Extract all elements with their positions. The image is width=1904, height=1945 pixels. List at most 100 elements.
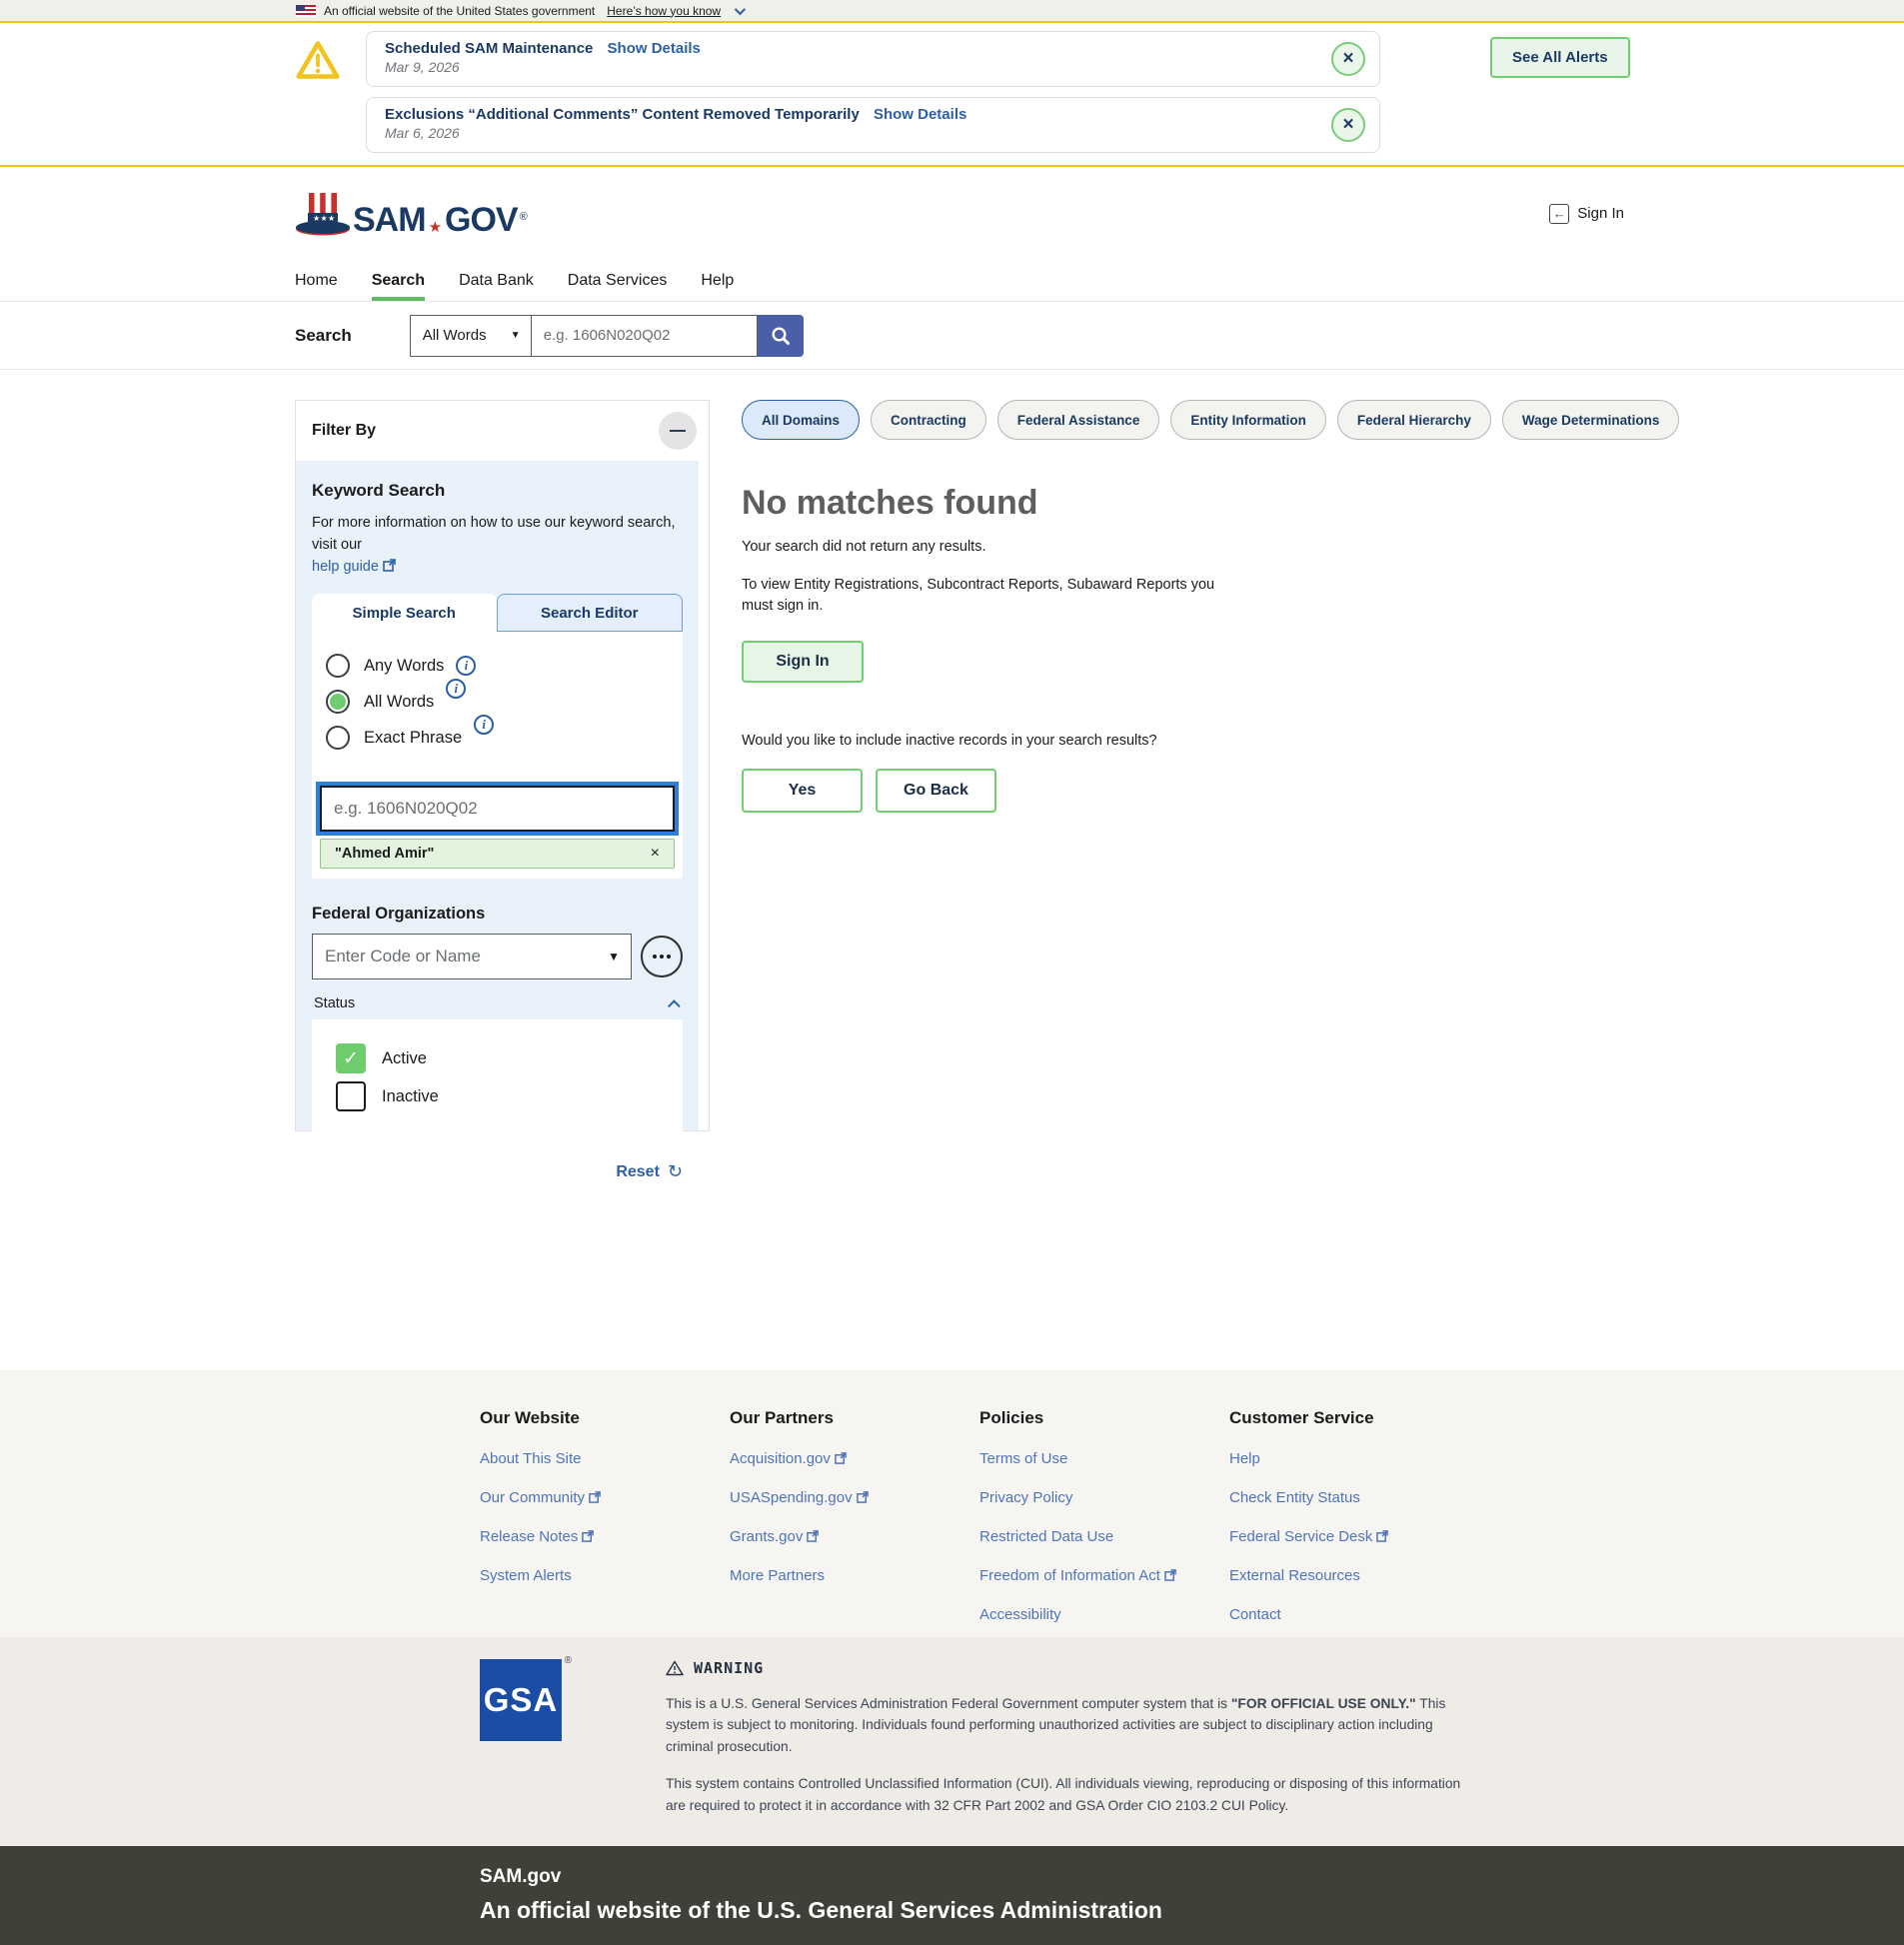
footer-link[interactable]: Freedom of Information Act <box>979 1567 1229 1584</box>
footer-link-label: Check Entity Status <box>1229 1489 1360 1506</box>
see-all-alerts-button[interactable]: See All Alerts <box>1490 37 1630 78</box>
keyword-info-text: For more information on how to use our k… <box>312 515 675 553</box>
nav-item-search[interactable]: Search <box>372 260 425 301</box>
federal-organizations-row: ▼ <box>312 934 683 979</box>
keyword-tabs: Simple Search Search Editor <box>312 594 683 632</box>
sam-gov-logo[interactable]: ★ ★ ★ SAM ★ GOV ® <box>295 191 528 237</box>
keyword-search-input[interactable] <box>320 786 675 832</box>
footer-link[interactable]: Check Entity Status <box>1229 1489 1479 1506</box>
footer-col-customer-service: Customer Service Help Check Entity Statu… <box>1229 1408 1479 1623</box>
footer-link[interactable]: Our Community <box>480 1489 730 1506</box>
footer-link[interactable]: Restricted Data Use <box>979 1528 1229 1545</box>
search-results: All Domains Contracting Federal Assistan… <box>742 400 1679 813</box>
nav-item-home[interactable]: Home <box>295 260 338 301</box>
footer-col-our-partners: Our Partners Acquisition.gov USASpending… <box>730 1408 979 1623</box>
footer-link-label: Grants.gov <box>730 1528 803 1545</box>
footer-link[interactable]: External Resources <box>1229 1567 1479 1584</box>
nav-item-data-bank[interactable]: Data Bank <box>459 260 534 301</box>
gsa-logo-wrap: GSA ® <box>480 1659 562 1816</box>
footer-col-policies: Policies Terms of Use Privacy Policy Res… <box>979 1408 1229 1623</box>
pill-entity-information[interactable]: Entity Information <box>1170 400 1326 440</box>
external-link-icon <box>807 1530 819 1542</box>
sign-in-link[interactable]: ← Sign In <box>1549 204 1624 224</box>
footer-link[interactable]: Grants.gov <box>730 1528 979 1545</box>
go-back-button[interactable]: Go Back <box>876 769 996 813</box>
footer-link[interactable]: Release Notes <box>480 1528 730 1545</box>
federal-organizations-input[interactable] <box>312 934 632 979</box>
active-checkbox[interactable]: ✓ <box>336 1043 366 1073</box>
check-icon: ✓ <box>343 1047 359 1070</box>
all-words-radio[interactable] <box>326 690 350 714</box>
reset-filters-button[interactable]: Reset ↻ <box>312 1161 683 1182</box>
close-icon[interactable]: × <box>1331 42 1365 76</box>
info-icon[interactable]: i <box>474 715 494 735</box>
warning-paragraph-1: This is a U.S. General Services Administ… <box>666 1693 1477 1757</box>
yes-button[interactable]: Yes <box>742 769 863 813</box>
status-section-header[interactable]: Status <box>314 995 681 1011</box>
help-guide-link[interactable]: help guide <box>312 559 396 575</box>
checkbox-label: Inactive <box>382 1087 439 1106</box>
external-link-icon <box>1376 1530 1388 1542</box>
footer-link[interactable]: Accessibility <box>979 1606 1229 1623</box>
global-search-input[interactable] <box>532 315 758 357</box>
any-words-radio[interactable] <box>326 654 350 678</box>
footer-link[interactable]: More Partners <box>730 1567 979 1584</box>
footer-link[interactable]: Help <box>1229 1450 1479 1467</box>
footer-link[interactable]: System Alerts <box>480 1567 730 1584</box>
footer-link[interactable]: Privacy Policy <box>979 1489 1229 1506</box>
official-use-only-text: "FOR OFFICIAL USE ONLY." <box>1231 1696 1416 1711</box>
inactive-checkbox[interactable] <box>336 1081 366 1111</box>
reset-label: Reset <box>616 1163 660 1181</box>
radio-row-any-words: Any Words i <box>326 654 675 678</box>
footer-link[interactable]: Acquisition.gov <box>730 1450 979 1467</box>
status-options: ✓ Active Inactive <box>312 1019 683 1135</box>
external-link-icon <box>589 1491 601 1503</box>
footer-link-label: Our Community <box>480 1489 585 1506</box>
more-options-button[interactable] <box>641 936 683 977</box>
footer-link-columns: Our Website About This Site Our Communit… <box>0 1370 1904 1637</box>
keyword-search-heading: Keyword Search <box>312 481 683 501</box>
collapse-filters-button[interactable] <box>659 412 697 450</box>
clear-chip-icon[interactable]: × <box>651 845 660 863</box>
footer-link[interactable]: USASpending.gov <box>730 1489 979 1506</box>
show-details-link[interactable]: Show Details <box>874 106 966 123</box>
footer-link[interactable]: Federal Service Desk <box>1229 1528 1479 1545</box>
search-submit-button[interactable] <box>758 315 804 357</box>
sign-in-icon: ← <box>1549 204 1569 224</box>
pill-federal-assistance[interactable]: Federal Assistance <box>997 400 1160 440</box>
nav-item-data-services[interactable]: Data Services <box>568 260 668 301</box>
warning-icon <box>666 1660 684 1676</box>
footer-link[interactable]: About This Site <box>480 1450 730 1467</box>
tab-search-editor[interactable]: Search Editor <box>497 594 684 632</box>
info-icon[interactable]: i <box>456 656 476 676</box>
alert-exclusions: Exclusions “Additional Comments” Content… <box>366 97 1380 153</box>
exact-phrase-radio[interactable] <box>326 726 350 750</box>
how-you-know-link[interactable]: Here’s how you know <box>607 4 721 18</box>
external-link-icon <box>1164 1569 1176 1581</box>
logo-star-icon: ★ <box>429 220 442 235</box>
external-link-icon <box>383 559 396 572</box>
footer-identity-band: SAM.gov An official website of the U.S. … <box>0 1846 1904 1945</box>
sign-in-button[interactable]: Sign In <box>742 641 864 683</box>
pill-all-domains[interactable]: All Domains <box>742 400 860 440</box>
logo-gov-text: GOV <box>445 203 518 237</box>
help-guide-label: help guide <box>312 559 379 575</box>
footer-link[interactable]: Terms of Use <box>979 1450 1229 1467</box>
warning-triangle-icon <box>296 37 340 83</box>
nav-item-help[interactable]: Help <box>701 260 734 301</box>
alert-title: Exclusions “Additional Comments” Content… <box>385 106 860 123</box>
alert-list: Scheduled SAM Maintenance Show Details M… <box>366 31 1380 153</box>
footer-link[interactable]: Contact <box>1229 1606 1479 1623</box>
pill-federal-hierarchy[interactable]: Federal Hierarchy <box>1337 400 1491 440</box>
info-icon[interactable]: i <box>446 679 466 699</box>
show-details-link[interactable]: Show Details <box>608 40 701 57</box>
warning-title-row: WARNING <box>666 1659 1477 1677</box>
close-icon[interactable]: × <box>1331 108 1365 142</box>
search-mode-select[interactable]: All Words ▼ <box>410 315 532 357</box>
pill-wage-determinations[interactable]: Wage Determinations <box>1502 400 1680 440</box>
pill-contracting[interactable]: Contracting <box>871 400 986 440</box>
footer-link-label: Federal Service Desk <box>1229 1528 1372 1545</box>
dropdown-arrow-icon[interactable]: ▼ <box>608 950 620 964</box>
tab-simple-search[interactable]: Simple Search <box>312 594 497 632</box>
filter-panel: Filter By Keyword Search For more inform… <box>295 400 710 1131</box>
